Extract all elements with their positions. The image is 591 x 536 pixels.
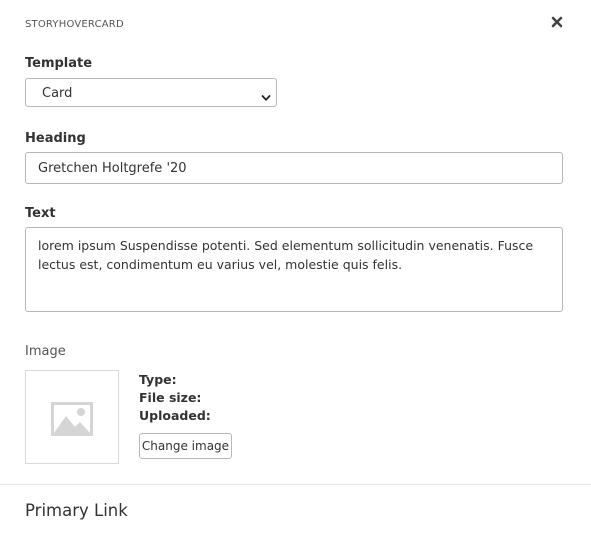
- change-image-button[interactable]: Change image: [139, 433, 232, 459]
- story-hover-card-editor: STORYHOVERCARD Template Card Heading Gre…: [0, 0, 591, 536]
- image-type-label: Type:: [139, 372, 177, 387]
- panel-title: STORYHOVERCARD: [25, 19, 124, 30]
- heading-label: Heading: [25, 131, 86, 146]
- chevron-down-icon: [261, 88, 271, 101]
- image-placeholder-icon: [51, 402, 93, 436]
- heading-input-value: Gretchen Holtgrefe '20: [38, 161, 187, 176]
- text-label: Text: [25, 206, 56, 221]
- text-area[interactable]: lorem ipsum Suspendisse potenti. Sed ele…: [25, 227, 563, 312]
- template-select-value: Card: [42, 86, 73, 101]
- primary-link-heading: Primary Link: [25, 501, 128, 520]
- image-thumbnail: [25, 370, 119, 464]
- template-select[interactable]: Card: [25, 78, 277, 107]
- template-label: Template: [25, 56, 93, 71]
- image-label: Image: [25, 344, 66, 359]
- close-icon[interactable]: [550, 15, 564, 29]
- image-uploaded-label: Uploaded:: [139, 408, 211, 423]
- text-area-value: lorem ipsum Suspendisse potenti. Sed ele…: [38, 238, 534, 272]
- section-divider: [0, 484, 591, 485]
- heading-input[interactable]: Gretchen Holtgrefe '20: [25, 152, 563, 184]
- image-file-size-label: File size:: [139, 390, 202, 405]
